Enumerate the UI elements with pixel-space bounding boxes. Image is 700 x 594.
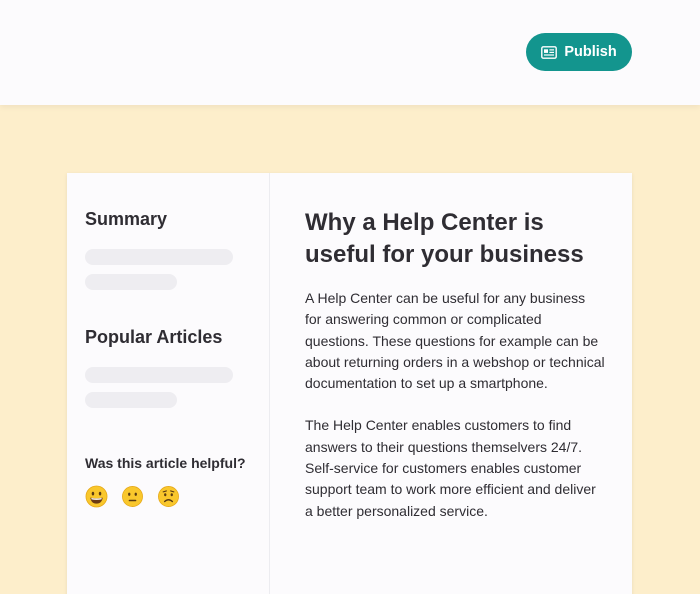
article-paragraph: A Help Center can be useful for any busi… [305, 290, 605, 392]
publish-label: Publish [564, 44, 617, 60]
neutral-face-icon[interactable] [121, 485, 144, 508]
popular-articles-heading: Popular Articles [85, 327, 223, 347]
helpful-question: Was this article helpful? [85, 455, 246, 471]
article-content: Why a Help Center is useful for your bus… [305, 207, 605, 522]
publish-button[interactable]: Publish [526, 33, 632, 71]
top-bar: Publish [0, 0, 700, 105]
reaction-buttons [85, 485, 180, 508]
popular-articles-skeleton-line [85, 367, 233, 383]
summary-skeleton-line [85, 249, 233, 265]
article-title: Why a Help Center is useful for your bus… [305, 209, 584, 268]
summary-heading: Summary [85, 209, 168, 229]
popular-articles-skeleton-line [85, 392, 177, 408]
frowning-face-icon[interactable] [157, 485, 180, 508]
article-sidebar: Summary Popular Articles Was this articl… [67, 173, 270, 594]
summary-skeleton-line [85, 274, 177, 290]
grinning-face-icon[interactable] [85, 485, 108, 508]
newspaper-icon [541, 45, 558, 59]
article-card: Summary Popular Articles Was this articl… [67, 173, 632, 594]
article-paragraph: The Help Center enables customers to fin… [305, 417, 596, 519]
